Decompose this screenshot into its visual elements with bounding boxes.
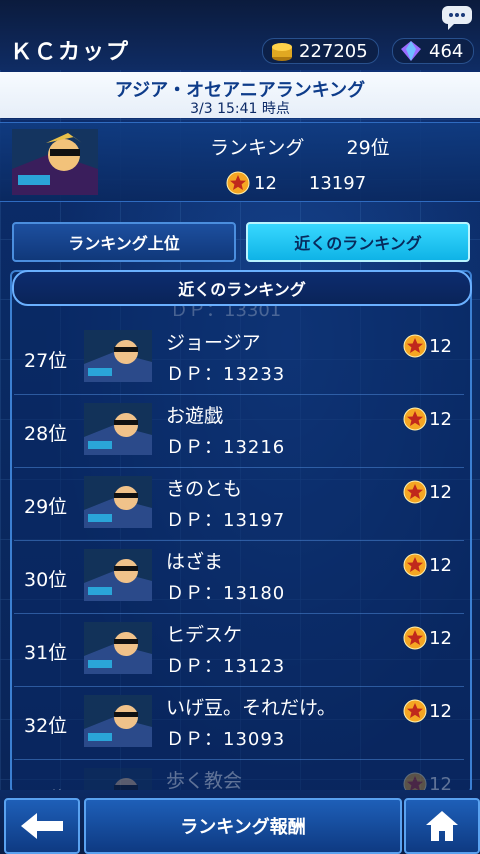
my-star-line: 12 13197 (226, 171, 366, 195)
row-rank: 31位 (24, 642, 68, 664)
star-icon (403, 553, 427, 577)
row-dp: ＤＰ：13093 (166, 729, 286, 750)
row-stars: 12 (403, 699, 452, 723)
row-rank: 29位 (24, 496, 68, 518)
my-star-count: 12 (254, 172, 277, 194)
row-stars: 12 (403, 334, 452, 358)
star-icon (403, 699, 427, 723)
back-button[interactable] (4, 798, 80, 854)
table-row[interactable]: 30位 はざま ＤＰ：13180 12 (14, 541, 464, 614)
row-star-count: 12 (429, 408, 452, 430)
home-icon (426, 811, 458, 841)
player-avatar (84, 622, 152, 674)
star-icon (226, 171, 250, 195)
gem-counter: 464 (392, 38, 475, 64)
arrow-left-icon (21, 813, 63, 839)
row-rank: 32位 (24, 715, 68, 737)
row-player-name: ジョージア (166, 332, 261, 354)
star-icon (403, 334, 427, 358)
star-icon (403, 626, 427, 650)
ranking-reward-button[interactable]: ランキング報酬 (84, 798, 402, 854)
tab-top-ranking[interactable]: ランキング上位 (12, 222, 236, 262)
star-icon (403, 407, 427, 431)
player-avatar (84, 330, 152, 382)
chat-icon[interactable] (440, 4, 474, 32)
my-dp-value: 13197 (308, 172, 367, 194)
row-player-name: はざま (166, 551, 224, 573)
table-row[interactable]: 32位 いげ豆。それだけ。 ＤＰ：13093 12 (14, 687, 464, 760)
row-dp: ＤＰ：13233 (166, 364, 286, 385)
coin-amount: 227205 (299, 40, 368, 62)
row-player-name: お遊戯 (166, 405, 224, 427)
gem-icon (401, 41, 421, 61)
list-header: 近くのランキング (12, 270, 472, 306)
row-player-name: 歩く教会 (166, 770, 243, 792)
row-rank: 27位 (24, 350, 68, 372)
row-dp: ＤＰ：13197 (166, 510, 286, 531)
row-star-count: 12 (429, 554, 452, 576)
row-dp: ＤＰ：13216 (166, 437, 286, 458)
table-row[interactable]: 31位 ヒデスケ ＤＰ：13123 12 (14, 614, 464, 687)
row-rank: 30位 (24, 569, 68, 591)
row-dp: ＤＰ：13180 (166, 583, 286, 604)
rank-label: ランキング (210, 137, 305, 159)
table-row[interactable]: 29位 きのとも ＤＰ：13197 12 (14, 468, 464, 541)
page-title: ＫＣカップ (10, 40, 131, 65)
row-star-count: 12 (429, 481, 452, 503)
row-stars: 12 (403, 480, 452, 504)
row-stars: 12 (403, 626, 452, 650)
table-row[interactable]: 27位 ジョージア ＤＰ：13233 12 (14, 322, 464, 395)
player-avatar (84, 695, 152, 747)
row-stars: 12 (403, 407, 452, 431)
tab-nearby-ranking[interactable]: 近くのランキング (246, 222, 470, 262)
row-stars: 12 (403, 553, 452, 577)
player-avatar (84, 549, 152, 601)
row-player-name: いげ豆。それだけ。 (166, 697, 337, 719)
row-star-count: 12 (429, 627, 452, 649)
table-row[interactable]: 28位 お遊戯 ＤＰ：13216 12 (14, 395, 464, 468)
player-avatar (84, 476, 152, 528)
top-bar: ＫＣカップ 227205 464 (0, 0, 480, 70)
player-avatar (84, 403, 152, 455)
rank-position: 29位 (346, 137, 390, 159)
my-rank-line: ランキング 29位 (210, 133, 390, 160)
home-button[interactable] (404, 798, 480, 854)
row-rank: 28位 (24, 423, 68, 445)
player-avatar (12, 129, 98, 195)
row-player-name: ヒデスケ (166, 624, 243, 646)
my-ranking-panel: ランキング 29位 12 13197 (0, 122, 480, 202)
row-player-name: きのとも (166, 478, 243, 500)
row-star-count: 12 (429, 335, 452, 357)
star-icon (403, 480, 427, 504)
row-star-count: 12 (429, 700, 452, 722)
ranking-region-banner: アジア・オセアニアランキング 3/3 15:41 時点 (0, 72, 480, 118)
coin-counter: 227205 (262, 38, 379, 64)
row-dp: ＤＰ：13123 (166, 656, 286, 677)
gem-amount: 464 (429, 40, 464, 62)
ranking-timestamp: 3/3 15:41 時点 (190, 101, 290, 117)
coin-stack-icon (272, 43, 292, 61)
